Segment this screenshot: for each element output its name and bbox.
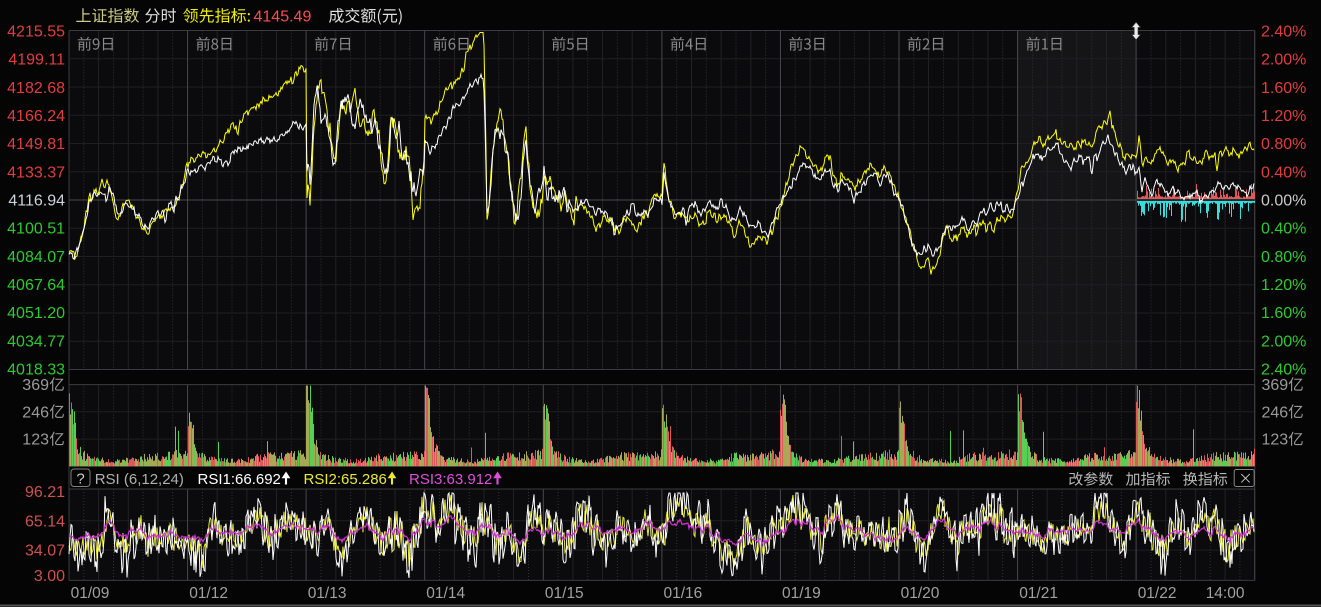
svg-text:1.60%: 1.60%	[1261, 80, 1306, 97]
svg-text:34.07: 34.07	[25, 543, 65, 560]
svg-text:01/13: 01/13	[308, 585, 347, 602]
svg-text:4149.81: 4149.81	[7, 136, 65, 153]
svg-text:2.40%: 2.40%	[1261, 24, 1306, 41]
svg-text:01/16: 01/16	[664, 585, 703, 602]
svg-text:1.20%: 1.20%	[1261, 277, 1306, 294]
svg-text:4199.11: 4199.11	[8, 52, 65, 69]
svg-text:01/15: 01/15	[545, 585, 584, 602]
svg-text:0.00%: 0.00%	[1261, 193, 1306, 210]
svg-text:0.40%: 0.40%	[1261, 164, 1306, 181]
svg-text:246: 246	[1262, 404, 1289, 421]
svg-text:4116.94: 4116.94	[8, 193, 65, 210]
svg-text:4051.20: 4051.20	[7, 305, 65, 322]
svg-text:3.00: 3.00	[34, 568, 65, 585]
svg-text:RSI (6,12,24): RSI (6,12,24)	[95, 471, 184, 488]
svg-text:0.80%: 0.80%	[1261, 136, 1306, 153]
svg-text:0.40%: 0.40%	[1261, 221, 1306, 238]
svg-text:2.40%: 2.40%	[1261, 362, 1306, 379]
svg-text:65.14: 65.14	[25, 513, 65, 530]
svg-text:4067.64: 4067.64	[7, 277, 65, 294]
svg-text:01/22: 01/22	[1138, 585, 1177, 602]
svg-text:246: 246	[22, 404, 49, 421]
svg-text:01/09: 01/09	[71, 585, 110, 602]
svg-text:4034.77: 4034.77	[7, 333, 65, 350]
svg-text:96.21: 96.21	[25, 484, 65, 501]
svg-text:369: 369	[1262, 377, 1289, 394]
svg-text:123: 123	[1262, 432, 1289, 449]
svg-text:1.60%: 1.60%	[1261, 305, 1306, 322]
svg-text:01/20: 01/20	[901, 585, 940, 602]
svg-text:123: 123	[22, 432, 49, 449]
svg-text:4133.37: 4133.37	[7, 164, 65, 181]
svg-text:RSI2:65.286: RSI2:65.286	[304, 471, 387, 488]
svg-text:01/12: 01/12	[189, 585, 228, 602]
svg-text:2.00%: 2.00%	[1261, 52, 1306, 69]
svg-text:4084.07: 4084.07	[7, 249, 65, 266]
svg-text:2.00%: 2.00%	[1261, 333, 1306, 350]
svg-text:01/14: 01/14	[426, 585, 465, 602]
svg-text:4182.68: 4182.68	[7, 80, 65, 97]
svg-text:?: ?	[76, 471, 84, 488]
svg-text:RSI1:66.692: RSI1:66.692	[198, 471, 281, 488]
svg-text:4018.33: 4018.33	[7, 362, 65, 379]
svg-text:369: 369	[22, 377, 49, 394]
svg-text:4215.55: 4215.55	[7, 24, 65, 41]
svg-text:1.20%: 1.20%	[1261, 108, 1306, 125]
svg-text:0.80%: 0.80%	[1261, 249, 1306, 266]
svg-text:4100.51: 4100.51	[7, 221, 65, 238]
svg-text:RSI3:63.912: RSI3:63.912	[409, 471, 492, 488]
svg-text:14:00: 14:00	[1206, 585, 1245, 602]
svg-text:4145.49: 4145.49	[254, 9, 312, 26]
svg-text:4166.24: 4166.24	[7, 108, 65, 125]
svg-text:01/21: 01/21	[1019, 585, 1058, 602]
svg-text:01/19: 01/19	[782, 585, 821, 602]
